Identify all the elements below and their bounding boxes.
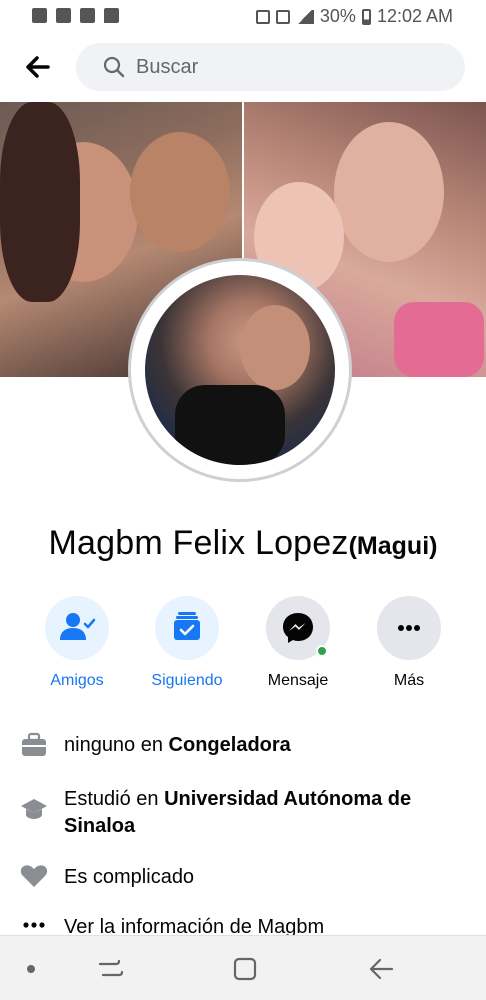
relationship-text: Es complicado [64,866,195,888]
info-relationship: Es complicado [0,862,486,894]
gallery-notification-icon [56,8,71,23]
friends-button-circle [45,596,109,660]
avatar [145,275,335,465]
system-navigation-bar [0,935,486,1000]
work-prefix: ninguno en [64,734,169,756]
graduation-cap-icon [21,799,47,819]
info-education: Estudió en Universidad Autónoma de Sinal… [0,786,486,842]
education-prefix: Estudió en [64,788,165,810]
clock: 12:02 AM [376,6,453,26]
message-button[interactable]: Mensaje [248,596,348,690]
more-label: Más [393,672,425,689]
search-placeholder: Buscar [136,56,199,78]
message-button-circle [266,596,330,660]
online-status-dot [316,645,328,657]
message-label: Mensaje [267,672,329,689]
following-label: Siguiendo [151,672,223,689]
profile-nickname: (Magui) [348,532,438,560]
search-header: Buscar [0,34,486,102]
nfc-icon [255,9,270,24]
person-face [130,132,230,252]
signal-icon [295,9,314,24]
system-icons: 30% 12:02 AM [255,6,453,27]
pink-top [394,302,484,377]
search-input[interactable]: Buscar [76,43,465,91]
briefcase-icon [22,732,46,756]
work-place-link[interactable]: Congeladora [169,734,291,756]
friends-label: Amigos [50,672,104,689]
following-check-icon [174,612,200,640]
friends-check-icon [60,613,96,640]
back-button[interactable] [22,52,52,82]
person-face [334,122,444,262]
message-notification-icon [104,8,119,23]
home-icon[interactable] [230,954,260,984]
dot-indicator-icon [27,965,35,973]
profile-actions: Amigos Siguiendo Mensaje Más [0,596,486,696]
more-icon [398,625,420,631]
work-text: ninguno en Congeladora [64,732,444,759]
recent-apps-icon[interactable] [96,954,126,984]
following-button-circle [155,596,219,660]
person-face [240,305,310,390]
more-dots-icon [23,922,45,928]
battery-percent: 30% [319,6,356,26]
profile-name-row: Magbm Felix Lopez(Magui) [0,524,486,563]
search-icon [103,56,125,78]
back-nav-icon[interactable] [366,954,396,984]
status-bar: 30% 12:02 AM [0,0,486,34]
info-work: ninguno en Congeladora [0,730,486,762]
profile-picture[interactable] [128,258,352,482]
notification-icons [32,8,119,23]
hair [0,102,80,302]
arrow-left-icon [26,56,50,78]
facebook-notification-icon [32,8,47,23]
dark-top [175,385,285,465]
friends-button[interactable]: Amigos [27,596,127,690]
following-button[interactable]: Siguiendo [137,596,237,690]
battery-icon [361,8,371,25]
checklist-notification-icon [80,8,95,23]
education-text: Estudió en Universidad Autónoma de Sinal… [64,786,444,840]
profile-name: Magbm Felix Lopez [48,524,349,562]
mute-icon [275,9,290,24]
more-button-circle [377,596,441,660]
heart-icon [20,865,48,887]
more-button[interactable]: Más [359,596,459,690]
